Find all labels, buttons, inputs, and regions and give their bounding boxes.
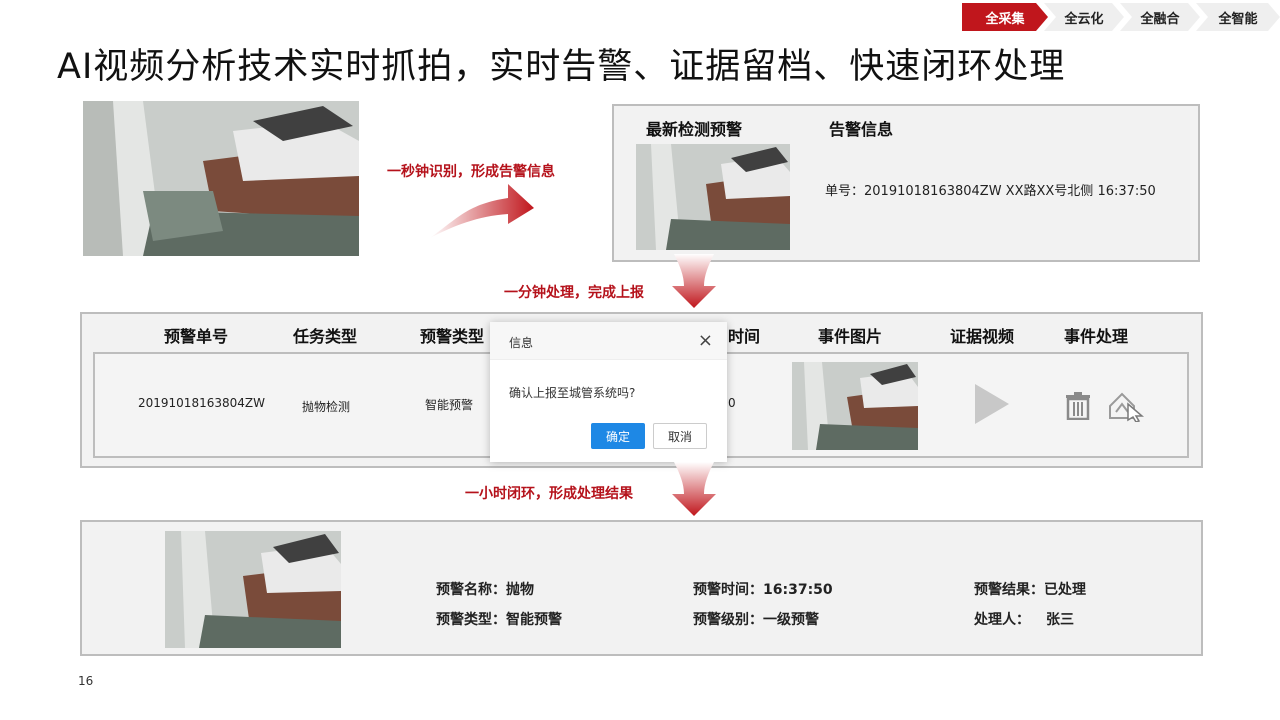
crumb-label: 全云化 [1064,11,1104,27]
result-alert-type: 预警类型：智能预警 [436,612,562,628]
result-handler-label: 处理人： [974,612,1030,628]
page-title: AI视频分析技术实时抓拍，实时告警、证据留档、快速闭环处理 [57,47,1066,87]
dialog-message: 确认上报至城管系统吗? [509,386,636,400]
crumb-collect[interactable]: 全采集 [962,3,1048,31]
column-header: 事件处理 [1064,327,1129,346]
column-header: 时间 [728,327,761,346]
confirm-button[interactable]: 确定 [591,423,645,449]
column-header: 预警单号 [164,327,229,346]
alert-info-heading: 告警信息 [829,120,894,139]
breadcrumb: 全采集 全云化 全融合 全智能 [962,3,1280,31]
latest-alert-heading: 最新检测预警 [646,120,743,139]
result-handler-name: 张三 [1046,612,1074,628]
result-alert-level: 预警级别：一级预警 [693,612,819,628]
result-image [165,531,341,648]
dialog-title: 信息 [509,336,534,350]
crumb-intelligence[interactable]: 全智能 [1196,3,1280,31]
down-arrow-icon [672,462,716,516]
right-arrow-icon [430,184,534,238]
column-header: 预警类型 [420,327,485,346]
column-header: 任务类型 [293,327,358,346]
crumb-fusion[interactable]: 全融合 [1120,3,1200,31]
down-arrow-icon [672,254,716,308]
close-icon[interactable]: × [698,330,713,351]
alert-info-text: 单号：20191018163804ZW XX路XX号北侧 16:37:50 [825,184,1156,199]
upload-report-icon[interactable] [1106,390,1146,422]
result-alert-time: 预警时间：16:37:50 [693,582,833,598]
alert-snapshot-image[interactable] [636,144,790,250]
camera-snapshot-image [83,101,359,256]
confirm-dialog: 信息 × 确认上报至城管系统吗? 确定 取消 [490,322,727,462]
delete-icon[interactable] [1065,392,1091,420]
crumb-label: 全采集 [985,11,1025,27]
result-alert-name: 预警名称：抛物 [436,582,534,598]
latest-alert-panel: 最新检测预警 告警信息 单号：20191018163804ZW XX路XX号北侧… [612,104,1200,262]
crumb-cloud[interactable]: 全云化 [1044,3,1124,31]
event-image[interactable] [792,362,918,450]
result-outcome: 预警结果：已处理 [974,582,1086,598]
crumb-label: 全智能 [1218,11,1258,27]
step3-label: 一小时闭环，形成处理结果 [465,486,633,502]
alert-time: 0 [728,396,736,410]
crumb-label: 全融合 [1140,11,1180,27]
play-video-icon[interactable] [973,382,1011,426]
order-number: 20191018163804ZW [138,396,265,410]
column-header: 事件图片 [818,327,883,346]
cancel-button[interactable]: 取消 [653,423,707,449]
page-number: 16 [78,674,94,688]
result-panel: 预警名称：抛物 预警类型：智能预警 预警时间：16:37:50 预警级别：一级预… [80,520,1203,656]
alert-type: 智能预警 [425,398,474,412]
step2-label: 一分钟处理，完成上报 [504,285,644,301]
task-type: 抛物检测 [302,400,351,414]
dialog-header: 信息 × [490,322,727,360]
column-header: 证据视频 [950,327,1015,346]
